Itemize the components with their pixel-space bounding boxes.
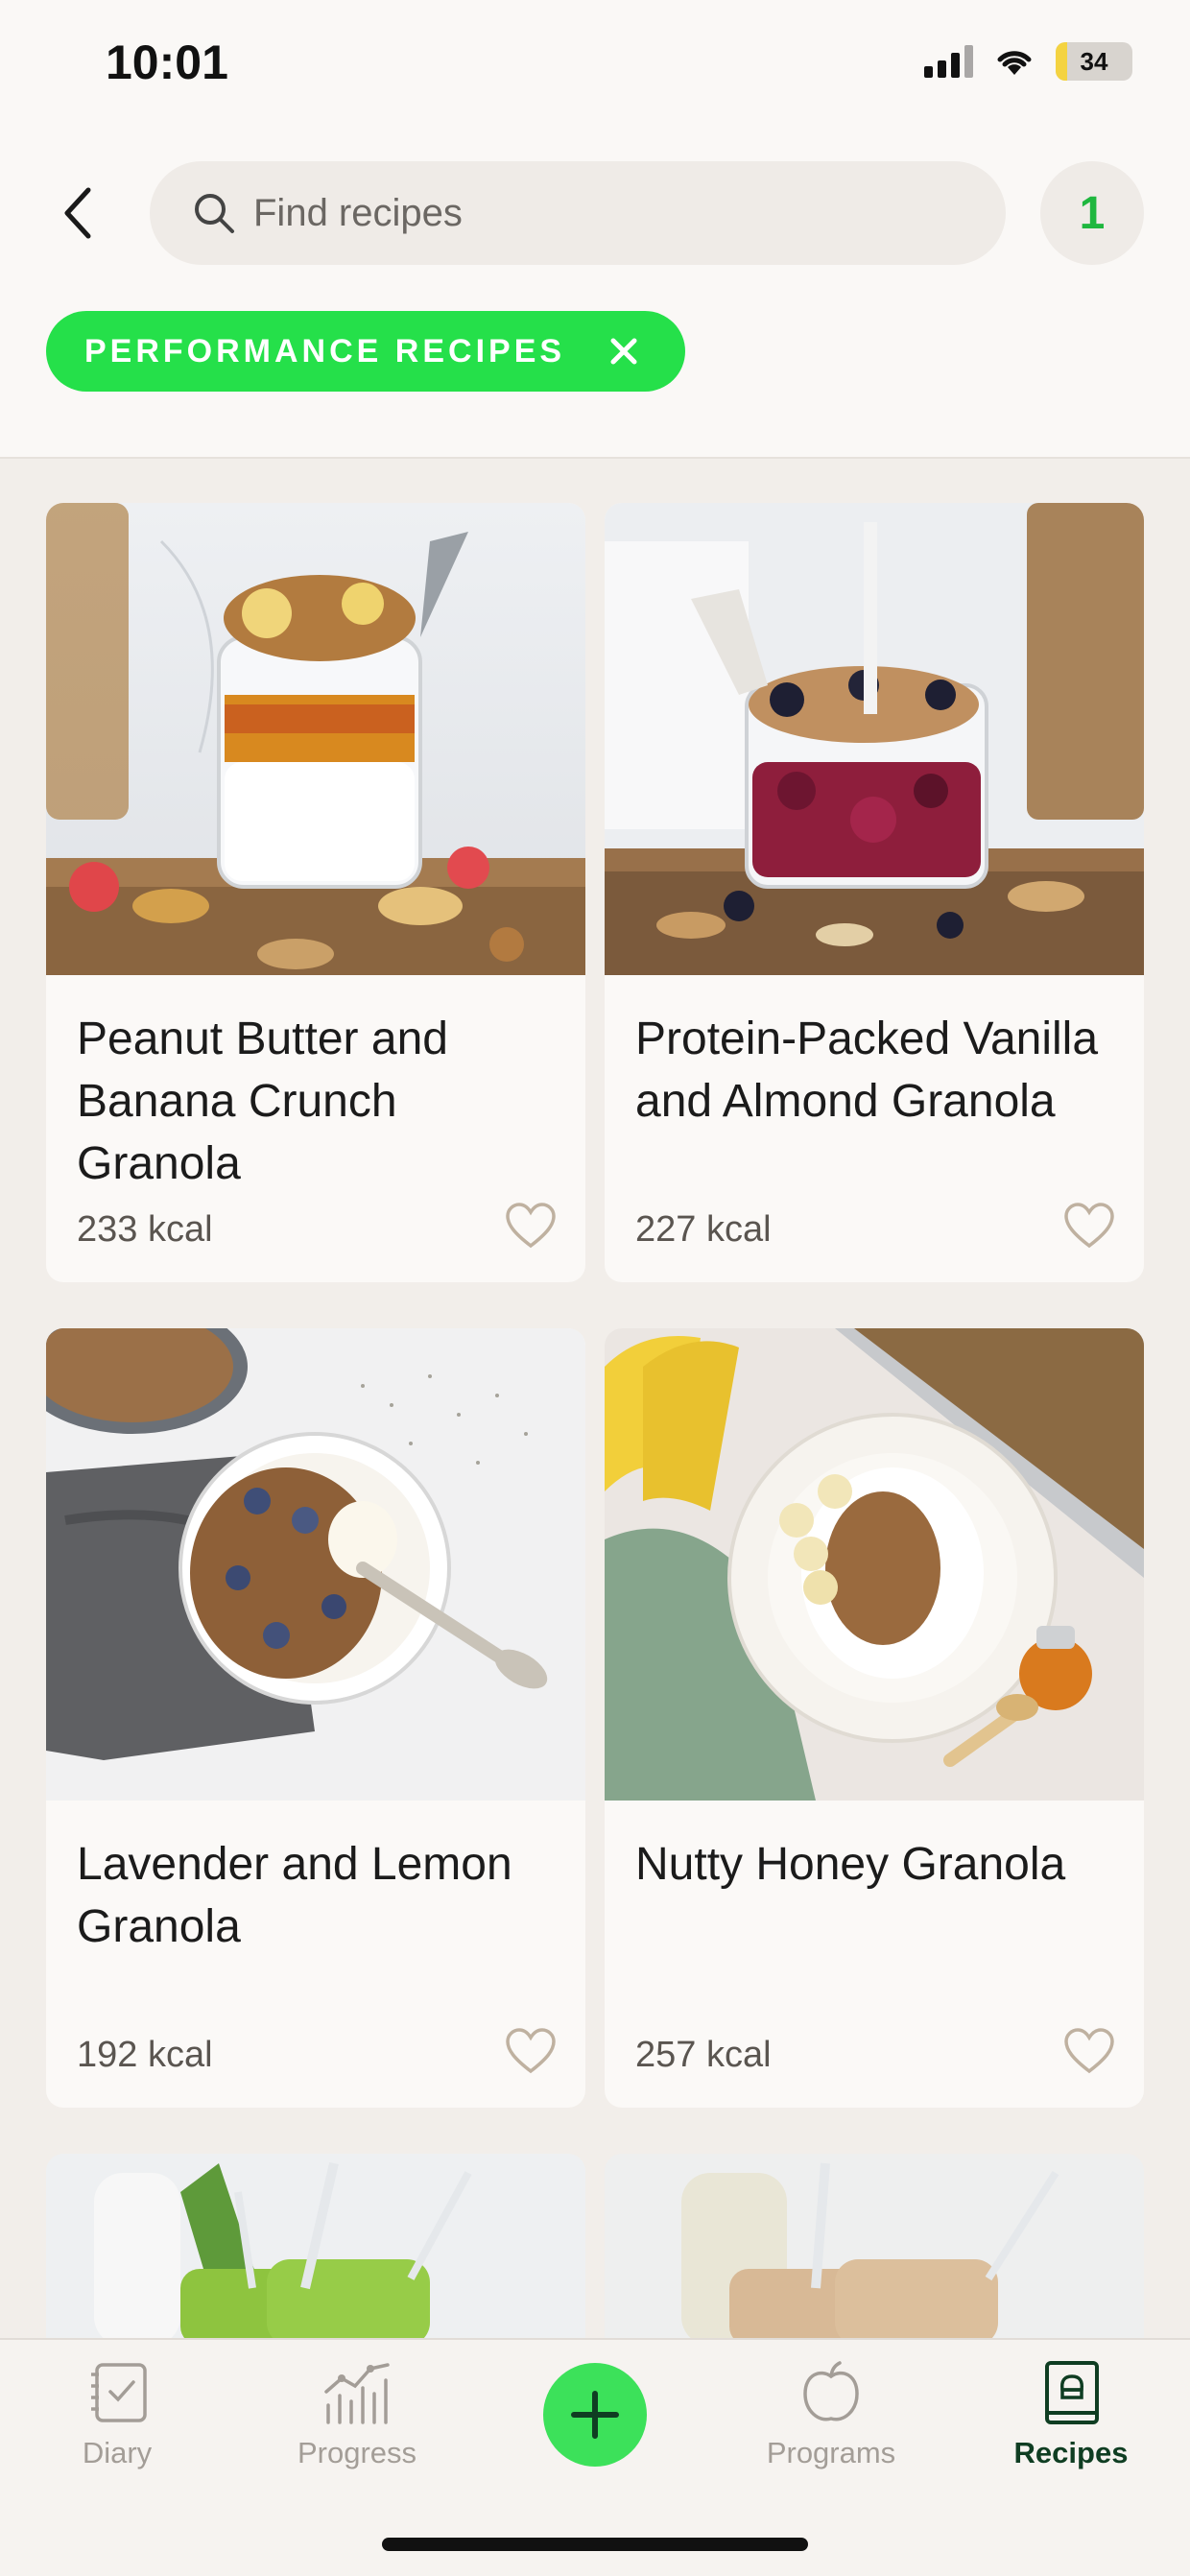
recipe-image-parfait-banana — [46, 503, 585, 975]
battery-level: 34 — [1080, 46, 1108, 76]
cellular-signal-icon — [924, 45, 973, 78]
search-icon — [195, 194, 234, 233]
heart-icon[interactable] — [505, 1202, 557, 1250]
recipe-card[interactable]: Protein-Packed Vanilla and Almond Granol… — [605, 503, 1144, 1282]
filter-count-button[interactable]: 1 — [1040, 161, 1144, 265]
back-button[interactable] — [48, 175, 106, 251]
tab-diary[interactable]: Diary — [21, 2359, 213, 2493]
wifi-icon — [997, 51, 1032, 75]
progress-chart-icon — [324, 2363, 390, 2424]
recipe-title: Lavender and Lemon Granola — [77, 1839, 512, 1952]
heart-icon[interactable] — [505, 2027, 557, 2075]
recipe-image-granola-bowl-blueberries — [46, 1328, 585, 1801]
recipe-kcal: 192 kcal — [77, 2035, 213, 2075]
tab-label: Diary — [82, 2436, 153, 2469]
recipe-book-icon — [1045, 2361, 1099, 2424]
apple-icon — [803, 2361, 859, 2421]
diary-icon — [91, 2363, 147, 2422]
chevron-left-icon — [64, 187, 91, 239]
recipe-kcal: 257 kcal — [635, 2035, 772, 2075]
tab-label: Recipes — [1013, 2436, 1129, 2469]
tab-label: Progress — [297, 2436, 417, 2469]
recipe-image-green-smoothie — [46, 2154, 585, 2346]
recipe-image-tan-smoothie — [605, 2154, 1144, 2346]
heart-icon[interactable] — [1063, 1202, 1115, 1250]
header: 1 PERFORMANCE RECIPES — [0, 134, 1190, 459]
plus-icon — [571, 2391, 619, 2439]
close-icon[interactable] — [609, 337, 638, 366]
recipe-title: Protein-Packed Vanilla and Almond Granol… — [635, 1014, 1099, 1127]
tab-programs[interactable]: Programs — [735, 2359, 927, 2493]
recipe-card[interactable]: Lavender and Lemon Granola 192 kcal — [46, 1328, 585, 2108]
recipe-card[interactable]: Peanut Butter and Banana Crunch Granola … — [46, 503, 585, 1282]
recipe-image-parfait-berries — [605, 503, 1144, 975]
search-input[interactable] — [253, 191, 925, 235]
home-indicator — [382, 2538, 808, 2551]
recipe-kcal: 233 kcal — [77, 1209, 213, 1250]
recipe-card-partial[interactable] — [605, 2154, 1144, 2346]
status-time: 10:01 — [106, 36, 228, 89]
filter-chip-label: PERFORMANCE RECIPES — [84, 332, 566, 370]
tab-recipes[interactable]: Recipes — [975, 2359, 1167, 2493]
recipe-title: Nutty Honey Granola — [635, 1839, 1066, 1890]
battery-icon: 34 — [1056, 42, 1132, 81]
recipe-card[interactable]: Nutty Honey Granola 257 kcal — [605, 1328, 1144, 2108]
recipe-title: Peanut Butter and Banana Crunch Granola — [77, 1014, 448, 1189]
recipe-image-granola-bowl-banana — [605, 1328, 1144, 1801]
heart-icon[interactable] — [1063, 2027, 1115, 2075]
filter-chip-performance-recipes[interactable]: PERFORMANCE RECIPES — [46, 311, 685, 392]
status-bar: 10:01 34 — [0, 0, 1190, 134]
add-button[interactable] — [543, 2363, 647, 2467]
recipe-kcal: 227 kcal — [635, 1209, 772, 1250]
status-icons: 34 — [924, 42, 1132, 81]
tab-progress[interactable]: Progress — [261, 2359, 453, 2493]
search-bar[interactable] — [150, 161, 1006, 265]
tab-label: Programs — [766, 2436, 896, 2469]
recipe-card-partial[interactable] — [46, 2154, 585, 2346]
